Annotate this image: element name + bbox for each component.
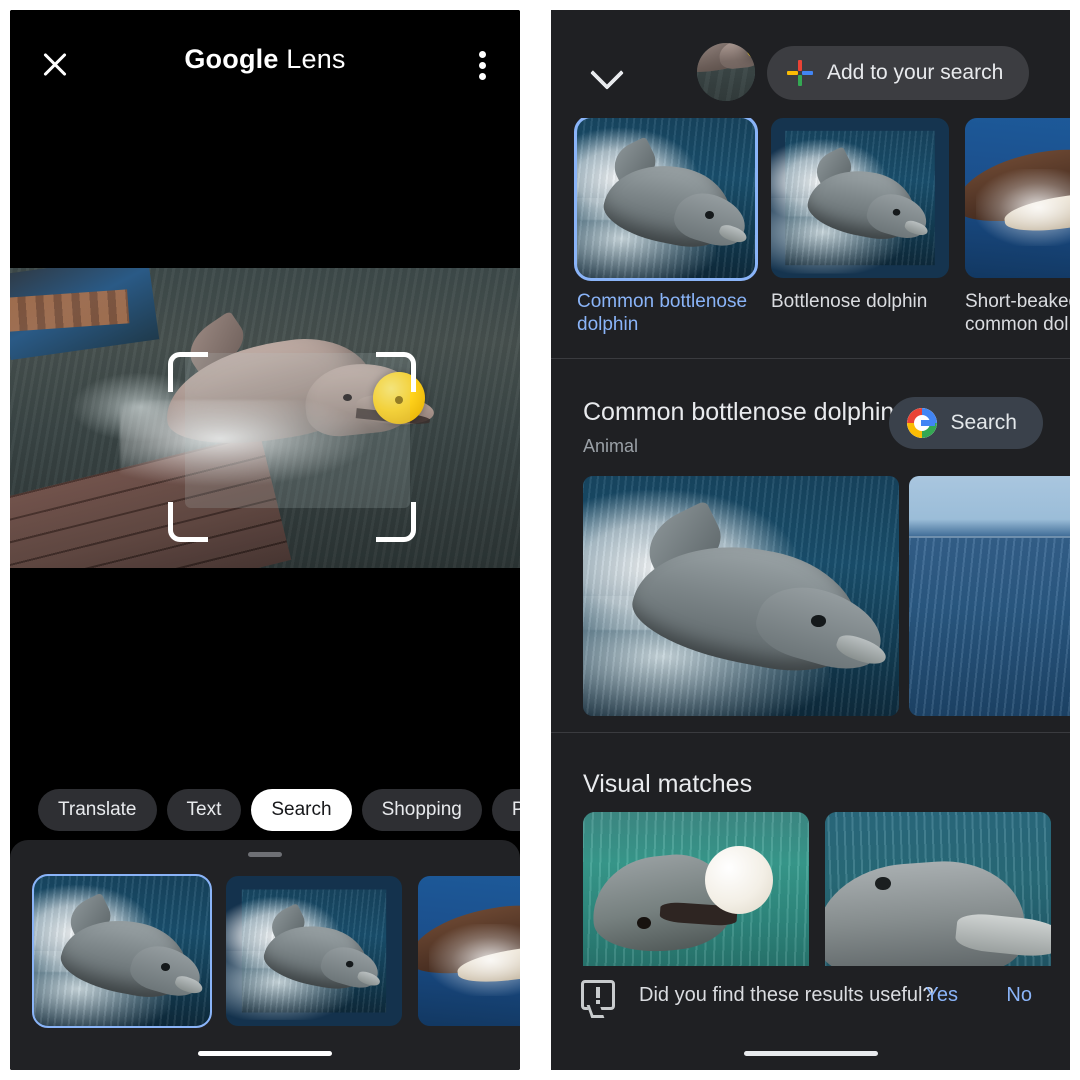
- results-header: Add to your search: [551, 10, 1070, 115]
- crop-corner-bottom-left[interactable]: [168, 502, 208, 542]
- home-indicator: [198, 1051, 332, 1056]
- feedback-question: Did you find these results useful?: [639, 984, 934, 1006]
- candidate-card-2[interactable]: Bottlenose dolphin: [771, 118, 949, 350]
- candidate-card-row: Common bottlenose dolphin Bottlenose dol…: [551, 118, 1070, 350]
- candidate-artwork: [577, 118, 755, 278]
- search-button-label: Search: [950, 411, 1017, 434]
- candidate-card-1[interactable]: Common bottlenose dolphin: [574, 118, 758, 350]
- knowledge-image-row: [583, 476, 1070, 716]
- knowledge-image-1[interactable]: [583, 476, 899, 716]
- avatar-artwork: [697, 43, 755, 101]
- thumb-artwork: [226, 889, 387, 1020]
- screenshot-root: Google Lens Translate Text Search Shoppi…: [0, 0, 1080, 1080]
- knowledge-title: Common bottlenose dolphin: [583, 398, 895, 426]
- candidate-label-1: Common bottlenose dolphin: [577, 291, 748, 335]
- more-vert-icon[interactable]: [468, 44, 498, 84]
- mode-chip-places[interactable]: Places: [491, 789, 520, 831]
- google-search-button[interactable]: Search: [889, 397, 1043, 449]
- thumb-artwork: [418, 876, 520, 1026]
- feedback-no-button[interactable]: No: [1006, 984, 1032, 1007]
- candidate-label-3: Short-beaked common dol: [965, 291, 1070, 335]
- mode-chip-text[interactable]: Text: [166, 789, 242, 831]
- lens-results-panel: Add to your search Common bottlenose dol…: [551, 10, 1070, 1070]
- mode-chip-search[interactable]: Search: [251, 789, 352, 831]
- page-title: Google Lens: [10, 44, 520, 75]
- lens-title-light: Lens: [278, 44, 346, 74]
- mode-chip-translate[interactable]: Translate: [38, 789, 157, 831]
- lens-mode-chips: Translate Text Search Shopping Places: [10, 780, 520, 840]
- visual-match-image-1[interactable]: [583, 812, 809, 982]
- candidate-label-2: Bottlenose dolphin: [771, 291, 928, 312]
- sheet-drag-handle[interactable]: [248, 852, 282, 857]
- sheet-thumbnail-1[interactable]: [32, 874, 212, 1028]
- crop-corner-top-left[interactable]: [168, 352, 208, 392]
- visual-matches-title: Visual matches: [583, 770, 753, 798]
- lens-title-bold: Google: [184, 44, 279, 74]
- match-artwork: [583, 812, 809, 982]
- knowledge-image-2[interactable]: [909, 476, 1070, 716]
- chevron-down-icon[interactable]: [591, 55, 625, 89]
- sheet-thumbnail-3[interactable]: [418, 876, 520, 1026]
- crop-corner-bottom-right[interactable]: [376, 502, 416, 542]
- feedback-bar: Did you find these results useful? Yes N…: [551, 966, 1070, 1028]
- section-divider-bottom: [551, 732, 1070, 733]
- sheet-thumbnail-2[interactable]: [226, 876, 402, 1026]
- crop-selection-frame[interactable]: [168, 352, 416, 542]
- candidate-image-2[interactable]: [771, 118, 949, 278]
- sheet-thumbnail-row: [32, 874, 520, 1028]
- candidate-image-3[interactable]: [965, 118, 1070, 278]
- knowledge-artwork: [583, 476, 899, 716]
- knowledge-panel: Common bottlenose dolphin Animal Search: [551, 368, 1070, 738]
- thumb-artwork: [34, 876, 210, 1026]
- google-plus-icon: [787, 60, 813, 86]
- match-artwork: [825, 812, 1051, 982]
- viewfinder-photo[interactable]: [10, 268, 520, 568]
- mode-chip-shopping[interactable]: Shopping: [361, 789, 482, 831]
- knowledge-subtitle: Animal: [583, 436, 639, 456]
- knowledge-artwork: [909, 476, 1070, 716]
- crop-corner-top-right[interactable]: [376, 352, 416, 392]
- feedback-icon: [581, 980, 615, 1010]
- add-to-search-label: Add to your search: [827, 61, 1004, 84]
- section-divider-top: [551, 358, 1070, 359]
- home-indicator: [743, 1051, 878, 1056]
- candidate-artwork: [771, 130, 935, 274]
- visual-match-image-2[interactable]: [825, 812, 1051, 982]
- google-lens-camera-panel: Google Lens Translate Text Search Shoppi…: [10, 10, 520, 1070]
- google-g-icon: [907, 408, 938, 438]
- query-image-avatar[interactable]: [697, 43, 755, 101]
- feedback-yes-button[interactable]: Yes: [925, 984, 958, 1007]
- results-bottom-sheet: [10, 840, 520, 1070]
- add-to-search-button[interactable]: Add to your search: [767, 46, 1030, 100]
- candidate-artwork: [965, 118, 1070, 278]
- lens-top-bar: Google Lens: [10, 10, 520, 98]
- candidate-image-1[interactable]: [574, 118, 758, 281]
- candidate-card-3[interactable]: Short-beaked common dol: [965, 118, 1070, 350]
